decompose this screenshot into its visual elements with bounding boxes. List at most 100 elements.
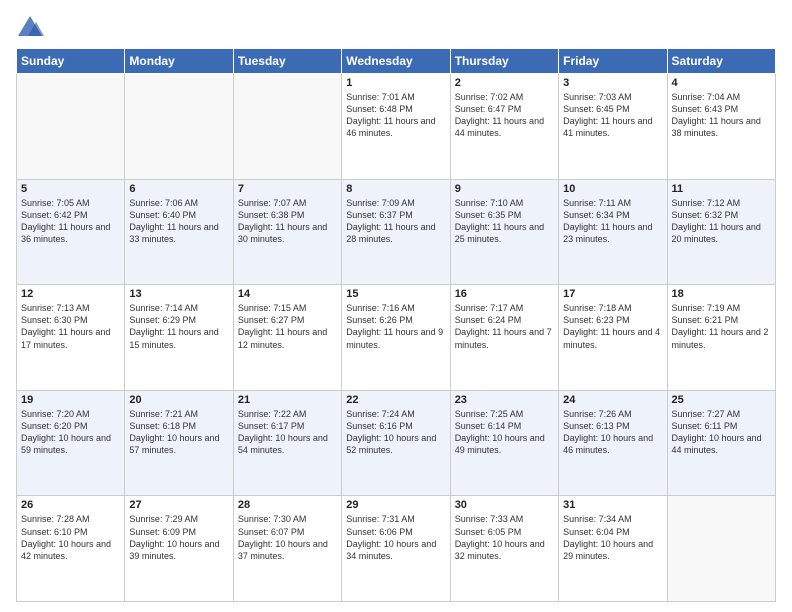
cell-content: Sunrise: 7:22 AM Sunset: 6:17 PM Dayligh… bbox=[238, 408, 337, 457]
cell-content: Sunrise: 7:28 AM Sunset: 6:10 PM Dayligh… bbox=[21, 513, 120, 562]
calendar-cell: 1 Sunrise: 7:01 AM Sunset: 6:48 PM Daylig… bbox=[342, 74, 450, 180]
calendar-cell: 15 Sunrise: 7:16 AM Sunset: 6:26 PM Dayli… bbox=[342, 285, 450, 391]
calendar-week-5: 26 Sunrise: 7:28 AM Sunset: 6:10 PM Dayli… bbox=[17, 496, 776, 602]
cell-content: Sunrise: 7:31 AM Sunset: 6:06 PM Dayligh… bbox=[346, 513, 445, 562]
calendar-cell: 19Sunrise: 7:20 AM Sunset: 6:20 PM Dayli… bbox=[17, 390, 125, 496]
day-number: 17 bbox=[563, 288, 662, 300]
col-header-friday: Friday bbox=[559, 49, 667, 74]
cell-content: Sunrise: 7:02 AM Sunset: 6:47 PM Dayligh… bbox=[455, 91, 554, 140]
day-number: 2 bbox=[455, 77, 554, 89]
calendar-header-row: SundayMondayTuesdayWednesdayThursdayFrid… bbox=[17, 49, 776, 74]
logo bbox=[16, 14, 48, 42]
day-number: 1 bbox=[346, 77, 445, 89]
day-number: 9 bbox=[455, 183, 554, 195]
calendar-cell: 16 Sunrise: 7:17 AM Sunset: 6:24 PM Dayli… bbox=[450, 285, 558, 391]
calendar-cell: 7 Sunrise: 7:07 AM Sunset: 6:38 PM Daylig… bbox=[233, 179, 341, 285]
col-header-tuesday: Tuesday bbox=[233, 49, 341, 74]
col-header-saturday: Saturday bbox=[667, 49, 775, 74]
cell-content: Sunrise: 7:19 AM Sunset: 6:21 PM Dayligh… bbox=[672, 302, 771, 351]
calendar-cell: 8Sunrise: 7:09 AM Sunset: 6:37 PM Daylig… bbox=[342, 179, 450, 285]
calendar-cell: 29Sunrise: 7:31 AM Sunset: 6:06 PM Dayli… bbox=[342, 496, 450, 602]
calendar-cell bbox=[125, 74, 233, 180]
calendar-cell: 13 Sunrise: 7:14 AM Sunset: 6:29 PM Dayli… bbox=[125, 285, 233, 391]
cell-content: Sunrise: 7:04 AM Sunset: 6:43 PM Dayligh… bbox=[672, 91, 771, 140]
cell-content: Sunrise: 7:24 AM Sunset: 6:16 PM Dayligh… bbox=[346, 408, 445, 457]
cell-content: Sunrise: 7:06 AM Sunset: 6:40 PM Dayligh… bbox=[129, 197, 228, 246]
day-number: 26 bbox=[21, 499, 120, 511]
day-number: 28 bbox=[238, 499, 337, 511]
calendar-cell: 24 Sunrise: 7:26 AM Sunset: 6:13 PM Dayli… bbox=[559, 390, 667, 496]
calendar-cell bbox=[17, 74, 125, 180]
cell-content: Sunrise: 7:16 AM Sunset: 6:26 PM Dayligh… bbox=[346, 302, 445, 351]
day-number: 11 bbox=[672, 183, 771, 195]
day-number: 27 bbox=[129, 499, 228, 511]
calendar-week-2: 5 Sunrise: 7:05 AM Sunset: 6:42 PM Daylig… bbox=[17, 179, 776, 285]
calendar-cell: 2 Sunrise: 7:02 AM Sunset: 6:47 PM Daylig… bbox=[450, 74, 558, 180]
calendar-cell: 21 Sunrise: 7:22 AM Sunset: 6:17 PM Dayli… bbox=[233, 390, 341, 496]
calendar-cell: 22 Sunrise: 7:24 AM Sunset: 6:16 PM Dayli… bbox=[342, 390, 450, 496]
day-number: 30 bbox=[455, 499, 554, 511]
day-number: 12 bbox=[21, 288, 120, 300]
day-number: 16 bbox=[455, 288, 554, 300]
cell-content: Sunrise: 7:27 AM Sunset: 6:11 PM Dayligh… bbox=[672, 408, 771, 457]
day-number: 20 bbox=[129, 394, 228, 406]
day-number: 10 bbox=[563, 183, 662, 195]
logo-icon bbox=[16, 14, 44, 42]
calendar-week-3: 12 Sunrise: 7:13 AM Sunset: 6:30 PM Dayli… bbox=[17, 285, 776, 391]
calendar-cell: 5 Sunrise: 7:05 AM Sunset: 6:42 PM Daylig… bbox=[17, 179, 125, 285]
col-header-thursday: Thursday bbox=[450, 49, 558, 74]
day-number: 7 bbox=[238, 183, 337, 195]
cell-content: Sunrise: 7:26 AM Sunset: 6:13 PM Dayligh… bbox=[563, 408, 662, 457]
calendar-cell: 25Sunrise: 7:27 AM Sunset: 6:11 PM Dayli… bbox=[667, 390, 775, 496]
cell-content: Sunrise: 7:21 AM Sunset: 6:18 PM Dayligh… bbox=[129, 408, 228, 457]
calendar-cell: 9 Sunrise: 7:10 AM Sunset: 6:35 PM Daylig… bbox=[450, 179, 558, 285]
day-number: 5 bbox=[21, 183, 120, 195]
cell-content: Sunrise: 7:12 AM Sunset: 6:32 PM Dayligh… bbox=[672, 197, 771, 246]
cell-content: Sunrise: 7:30 AM Sunset: 6:07 PM Dayligh… bbox=[238, 513, 337, 562]
calendar-cell: 26 Sunrise: 7:28 AM Sunset: 6:10 PM Dayli… bbox=[17, 496, 125, 602]
calendar-cell: 11 Sunrise: 7:12 AM Sunset: 6:32 PM Dayli… bbox=[667, 179, 775, 285]
cell-content: Sunrise: 7:13 AM Sunset: 6:30 PM Dayligh… bbox=[21, 302, 120, 351]
day-number: 23 bbox=[455, 394, 554, 406]
day-number: 18 bbox=[672, 288, 771, 300]
calendar-cell: 10 Sunrise: 7:11 AM Sunset: 6:34 PM Dayli… bbox=[559, 179, 667, 285]
col-header-wednesday: Wednesday bbox=[342, 49, 450, 74]
cell-content: Sunrise: 7:05 AM Sunset: 6:42 PM Dayligh… bbox=[21, 197, 120, 246]
day-number: 24 bbox=[563, 394, 662, 406]
calendar-cell: 17 Sunrise: 7:18 AM Sunset: 6:23 PM Dayli… bbox=[559, 285, 667, 391]
cell-content: Sunrise: 7:18 AM Sunset: 6:23 PM Dayligh… bbox=[563, 302, 662, 351]
cell-content: Sunrise: 7:20 AM Sunset: 6:20 PM Dayligh… bbox=[21, 408, 120, 457]
day-number: 31 bbox=[563, 499, 662, 511]
calendar-cell: 28 Sunrise: 7:30 AM Sunset: 6:07 PM Dayli… bbox=[233, 496, 341, 602]
day-number: 14 bbox=[238, 288, 337, 300]
cell-content: Sunrise: 7:03 AM Sunset: 6:45 PM Dayligh… bbox=[563, 91, 662, 140]
day-number: 3 bbox=[563, 77, 662, 89]
cell-content: Sunrise: 7:10 AM Sunset: 6:35 PM Dayligh… bbox=[455, 197, 554, 246]
calendar-cell: 23 Sunrise: 7:25 AM Sunset: 6:14 PM Dayli… bbox=[450, 390, 558, 496]
cell-content: Sunrise: 7:15 AM Sunset: 6:27 PM Dayligh… bbox=[238, 302, 337, 351]
calendar-cell bbox=[233, 74, 341, 180]
cell-content: Sunrise: 7:25 AM Sunset: 6:14 PM Dayligh… bbox=[455, 408, 554, 457]
calendar-cell: 3 Sunrise: 7:03 AM Sunset: 6:45 PM Daylig… bbox=[559, 74, 667, 180]
calendar-cell: 18 Sunrise: 7:19 AM Sunset: 6:21 PM Dayli… bbox=[667, 285, 775, 391]
day-number: 22 bbox=[346, 394, 445, 406]
cell-content: Sunrise: 7:33 AM Sunset: 6:05 PM Dayligh… bbox=[455, 513, 554, 562]
page: SundayMondayTuesdayWednesdayThursdayFrid… bbox=[0, 0, 792, 612]
cell-content: Sunrise: 7:29 AM Sunset: 6:09 PM Dayligh… bbox=[129, 513, 228, 562]
cell-content: Sunrise: 7:01 AM Sunset: 6:48 PM Dayligh… bbox=[346, 91, 445, 140]
calendar-week-1: 1 Sunrise: 7:01 AM Sunset: 6:48 PM Daylig… bbox=[17, 74, 776, 180]
day-number: 4 bbox=[672, 77, 771, 89]
calendar-cell: 27 Sunrise: 7:29 AM Sunset: 6:09 PM Dayli… bbox=[125, 496, 233, 602]
day-number: 15 bbox=[346, 288, 445, 300]
cell-content: Sunrise: 7:11 AM Sunset: 6:34 PM Dayligh… bbox=[563, 197, 662, 246]
cell-content: Sunrise: 7:17 AM Sunset: 6:24 PM Dayligh… bbox=[455, 302, 554, 351]
calendar-table: SundayMondayTuesdayWednesdayThursdayFrid… bbox=[16, 48, 776, 602]
day-number: 21 bbox=[238, 394, 337, 406]
cell-content: Sunrise: 7:14 AM Sunset: 6:29 PM Dayligh… bbox=[129, 302, 228, 351]
calendar-cell: 14 Sunrise: 7:15 AM Sunset: 6:27 PM Dayli… bbox=[233, 285, 341, 391]
calendar-cell: 12 Sunrise: 7:13 AM Sunset: 6:30 PM Dayli… bbox=[17, 285, 125, 391]
calendar-cell: 20 Sunrise: 7:21 AM Sunset: 6:18 PM Dayli… bbox=[125, 390, 233, 496]
cell-content: Sunrise: 7:07 AM Sunset: 6:38 PM Dayligh… bbox=[238, 197, 337, 246]
calendar-week-4: 19Sunrise: 7:20 AM Sunset: 6:20 PM Dayli… bbox=[17, 390, 776, 496]
day-number: 13 bbox=[129, 288, 228, 300]
